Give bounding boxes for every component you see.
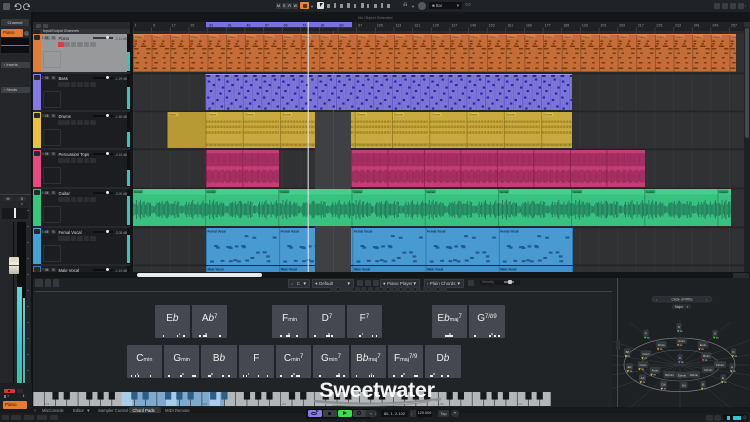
svg-text:E: E	[722, 376, 724, 380]
svg-text:169: 169	[526, 23, 532, 27]
svg-text:Intro: Intro	[170, 113, 176, 117]
svg-text:1: 1	[135, 23, 137, 27]
svg-text:F♯min: F♯min	[716, 363, 724, 367]
svg-text:Amin: Amin	[678, 339, 685, 343]
svg-text:Ab: Ab	[641, 376, 645, 380]
svg-text:Emin: Emin	[700, 343, 707, 347]
svg-text:225: 225	[656, 23, 662, 27]
svg-text:49: 49	[246, 23, 250, 27]
svg-text:105: 105	[377, 23, 383, 27]
svg-text:Major: Major	[675, 305, 684, 309]
svg-text:Dmin: Dmin	[658, 343, 665, 347]
svg-text:129: 129	[433, 23, 439, 27]
svg-text:209: 209	[619, 23, 625, 27]
svg-text:C7: C7	[518, 402, 522, 406]
svg-text:137: 137	[451, 23, 457, 27]
svg-text:Eb: Eb	[628, 365, 632, 369]
svg-text:177: 177	[545, 23, 551, 27]
svg-text:81: 81	[321, 23, 325, 27]
svg-text:249: 249	[712, 23, 718, 27]
svg-text:C♯min: C♯min	[704, 368, 713, 372]
svg-text:65: 65	[284, 23, 288, 27]
svg-text:57: 57	[265, 23, 269, 27]
svg-text:▼: ▼	[686, 305, 689, 309]
svg-text:193: 193	[582, 23, 588, 27]
svg-text:201: 201	[601, 23, 607, 27]
svg-text:257: 257	[731, 23, 737, 27]
svg-text:F: F	[645, 331, 647, 335]
svg-text:Bbmin: Bbmin	[665, 373, 674, 377]
svg-text:Gmin: Gmin	[643, 352, 650, 356]
svg-text:Ebmin: Ebmin	[678, 373, 687, 377]
svg-text:241: 241	[694, 23, 700, 27]
svg-text:233: 233	[675, 23, 681, 27]
svg-text:41: 41	[228, 23, 232, 27]
svg-text:Cmin: Cmin	[640, 363, 647, 367]
svg-text:Fmin: Fmin	[652, 368, 659, 372]
svg-text:89: 89	[340, 23, 344, 27]
svg-text:Gb: Gb	[682, 383, 686, 387]
svg-text:185: 185	[563, 23, 569, 27]
svg-text:73: 73	[302, 23, 306, 27]
svg-text:Circle of Fifths: Circle of Fifths	[671, 298, 692, 302]
svg-text:B: B	[702, 382, 704, 386]
svg-text:145: 145	[470, 23, 476, 27]
svg-text:17: 17	[172, 23, 176, 27]
svg-text:217: 217	[638, 23, 644, 27]
svg-text:C1: C1	[45, 402, 49, 406]
svg-text:Db: Db	[662, 382, 666, 386]
svg-text:25: 25	[190, 23, 194, 27]
svg-text:C3: C3	[203, 402, 207, 406]
svg-text:Bmin: Bmin	[703, 354, 710, 358]
svg-text:121: 121	[414, 23, 420, 27]
svg-text:153: 153	[489, 23, 495, 27]
svg-text:Sweetwater: Sweetwater	[319, 378, 435, 402]
svg-text:G♯min: G♯min	[690, 373, 699, 377]
svg-text:33: 33	[209, 23, 213, 27]
svg-text:9: 9	[153, 23, 155, 27]
svg-text:113: 113	[395, 23, 401, 27]
svg-text:161: 161	[507, 23, 513, 27]
svg-text:Bb: Bb	[626, 350, 630, 354]
svg-text:97: 97	[358, 23, 362, 27]
